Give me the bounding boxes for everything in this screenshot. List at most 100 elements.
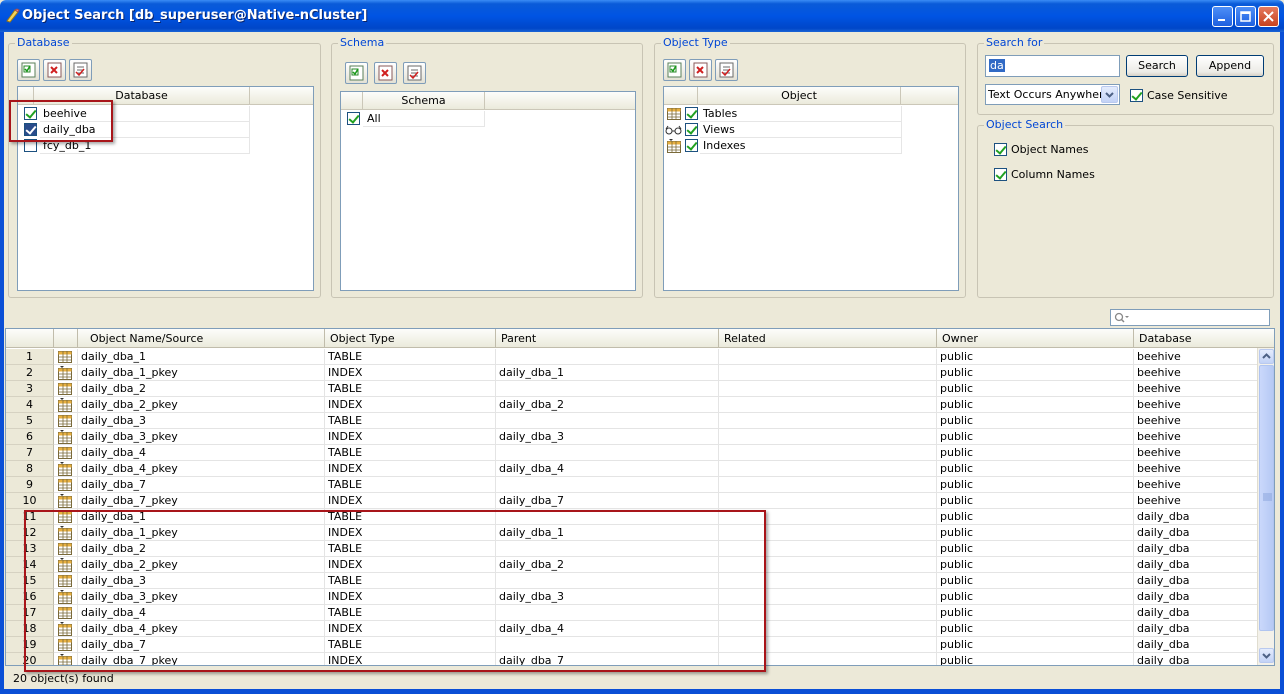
row-type-icon-cell xyxy=(54,413,78,429)
table-row[interactable]: 7 daily_dba_4 TABLE public beehive xyxy=(6,445,1259,461)
scroll-thumb[interactable] xyxy=(1259,365,1274,631)
schema-list[interactable]: Schema All xyxy=(340,91,636,291)
schema-column-header[interactable]: Schema xyxy=(363,92,485,110)
invert-selection-databases-button[interactable] xyxy=(69,59,92,81)
scroll-up-button[interactable] xyxy=(1259,349,1274,364)
deselect-all-object-types-button[interactable] xyxy=(689,59,712,81)
object-type-cell: INDEX xyxy=(325,429,496,445)
row-type-icon-cell xyxy=(54,493,78,509)
database-cell: beehive xyxy=(1134,477,1259,493)
taskbar-strip xyxy=(0,689,1284,694)
column-header-database[interactable]: Database xyxy=(1134,329,1274,348)
owner-cell: public xyxy=(937,397,1134,413)
table-icon xyxy=(667,108,681,120)
owner-cell: public xyxy=(937,541,1134,557)
column-header-related[interactable]: Related xyxy=(719,329,937,348)
table-row[interactable]: 5 daily_dba_3 TABLE public beehive xyxy=(6,413,1259,429)
related-cell xyxy=(719,365,937,381)
database-cell: beehive xyxy=(1134,445,1259,461)
column-header-parent[interactable]: Parent xyxy=(496,329,719,348)
database-cell: daily_dba xyxy=(1134,509,1259,525)
search-input-value: da xyxy=(989,59,1005,72)
table-icon xyxy=(58,383,72,395)
deselect-all-databases-button[interactable] xyxy=(43,59,66,81)
table-row[interactable]: 10 daily_dba_7_pkey INDEX daily_dba_7 public… xyxy=(6,493,1259,509)
match-mode-dropdown-button[interactable] xyxy=(1101,86,1118,103)
row-number-cell: 1 xyxy=(6,349,54,365)
select-all-schemas-button[interactable] xyxy=(345,62,368,84)
parent-cell xyxy=(496,445,719,461)
related-cell xyxy=(719,493,937,509)
search-button[interactable]: Search xyxy=(1126,55,1188,77)
invert-selection-icon xyxy=(73,62,88,78)
object-names-checkbox[interactable] xyxy=(994,143,1007,156)
object-type-item-views[interactable]: Views xyxy=(664,122,902,138)
table-row[interactable]: 2 daily_dba_1_pkey INDEX daily_dba_1 public b… xyxy=(6,365,1259,381)
close-icon xyxy=(1263,11,1274,22)
table-row[interactable]: 6 daily_dba_3_pkey INDEX daily_dba_3 public b… xyxy=(6,429,1259,445)
select-all-object-types-button[interactable] xyxy=(663,59,686,81)
database-highlight-box xyxy=(9,100,113,142)
table-row[interactable]: 8 daily_dba_4_pkey INDEX daily_dba_4 public b… xyxy=(6,461,1259,477)
results-scrollbar[interactable] xyxy=(1257,348,1274,665)
database-cell: daily_dba xyxy=(1134,621,1259,637)
results-filter-input[interactable] xyxy=(1110,309,1270,326)
object-column-header[interactable]: Object xyxy=(698,87,901,105)
invert-selection-object-types-button[interactable] xyxy=(715,59,738,81)
database-group-label: Database xyxy=(15,36,72,49)
invert-selection-schemas-button[interactable] xyxy=(403,62,426,84)
owner-cell: public xyxy=(937,477,1134,493)
views-checkbox[interactable] xyxy=(685,123,698,136)
append-button[interactable]: Append xyxy=(1196,55,1264,77)
database-cell: beehive xyxy=(1134,397,1259,413)
object-type-cell: INDEX xyxy=(325,493,496,509)
close-button[interactable] xyxy=(1258,6,1279,27)
index-icon xyxy=(58,366,72,380)
row-number-cell: 3 xyxy=(6,381,54,397)
object-type-list[interactable]: Object Tables Views Indexes xyxy=(663,86,959,291)
table-row[interactable]: 3 daily_dba_2 TABLE public beehive xyxy=(6,381,1259,397)
schema-all-checkbox[interactable] xyxy=(347,112,360,125)
object-name-cell: daily_dba_2_pkey xyxy=(78,397,325,413)
column-header-object-name[interactable]: Object Name/Source xyxy=(78,329,325,348)
invert-selection-icon xyxy=(719,62,734,78)
deselect-all-schemas-button[interactable] xyxy=(374,62,397,84)
row-type-icon-cell xyxy=(54,397,78,413)
tables-checkbox[interactable] xyxy=(685,107,698,120)
match-mode-select[interactable]: Text Occurs Anywhere xyxy=(985,84,1120,105)
owner-cell: public xyxy=(937,381,1134,397)
column-names-label: Column Names xyxy=(1011,168,1095,181)
column-header-owner[interactable]: Owner xyxy=(937,329,1134,348)
search-for-group-label: Search for xyxy=(984,36,1045,49)
select-all-databases-button[interactable] xyxy=(17,59,40,81)
table-row[interactable]: 4 daily_dba_2_pkey INDEX daily_dba_2 public b… xyxy=(6,397,1259,413)
indexes-checkbox[interactable] xyxy=(685,139,698,152)
object-search-group: Object Search Object Names Column Names xyxy=(977,118,1274,298)
object-type-cell: TABLE xyxy=(325,381,496,397)
case-sensitive-checkbox[interactable] xyxy=(1130,89,1143,102)
database-cell: daily_dba xyxy=(1134,525,1259,541)
chevron-down-icon xyxy=(1105,92,1114,98)
table-row[interactable]: 9 daily_dba_7 TABLE public beehive xyxy=(6,477,1259,493)
object-type-label: Tables xyxy=(703,107,738,120)
object-type-item-indexes[interactable]: Indexes xyxy=(664,138,902,154)
owner-cell: public xyxy=(937,621,1134,637)
minimize-button[interactable] xyxy=(1212,6,1233,27)
schema-item-all[interactable]: All xyxy=(341,111,485,127)
title-bar[interactable]: Object Search [db_superuser@Native-nClus… xyxy=(0,0,1284,32)
object-name-cell: daily_dba_1_pkey xyxy=(78,365,325,381)
table-icon xyxy=(58,351,72,363)
table-row[interactable]: 1 daily_dba_1 TABLE public beehive xyxy=(6,349,1259,365)
column-names-checkbox[interactable] xyxy=(994,168,1007,181)
owner-cell: public xyxy=(937,589,1134,605)
maximize-button[interactable] xyxy=(1235,6,1256,27)
search-input[interactable]: da xyxy=(985,55,1120,77)
owner-cell: public xyxy=(937,493,1134,509)
parent-cell xyxy=(496,477,719,493)
related-cell xyxy=(719,349,937,365)
owner-cell: public xyxy=(937,637,1134,653)
column-header-object-type[interactable]: Object Type xyxy=(325,329,496,348)
object-type-item-tables[interactable]: Tables xyxy=(664,106,902,122)
scroll-down-button[interactable] xyxy=(1259,648,1274,663)
search-icon xyxy=(1114,312,1129,323)
